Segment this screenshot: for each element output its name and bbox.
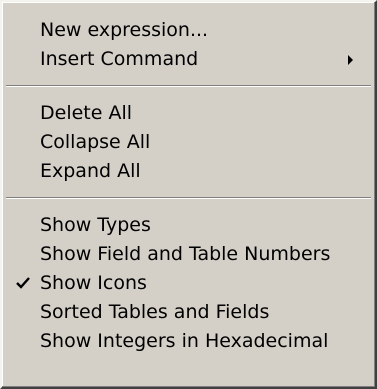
menu-item-label: Expand All — [40, 160, 141, 182]
menu-item-sorted-tables-and-fields[interactable]: Sorted Tables and Fields — [2, 298, 375, 327]
context-menu: New expression... Insert Command Delete … — [0, 0, 377, 389]
menu-item-label: Show Integers in Hexadecimal — [40, 330, 329, 352]
menu-item-collapse-all[interactable]: Collapse All — [2, 128, 375, 157]
menu-item-label: Show Types — [40, 214, 151, 236]
menu-item-show-field-and-table-numbers[interactable]: Show Field and Table Numbers — [2, 240, 375, 269]
menu-item-label: Insert Command — [40, 48, 199, 70]
menu-separator — [6, 197, 371, 199]
menu-item-new-expression[interactable]: New expression... — [2, 16, 375, 45]
menu-item-label: Show Field and Table Numbers — [40, 243, 331, 265]
menu-item-expand-all[interactable]: Expand All — [2, 157, 375, 186]
menu-item-label: New expression... — [40, 19, 209, 41]
submenu-arrow-icon — [348, 55, 353, 65]
menu-item-insert-command[interactable]: Insert Command — [2, 45, 375, 74]
menu-separator — [6, 85, 371, 87]
menu-item-show-icons[interactable]: Show Icons — [2, 269, 375, 298]
menu-item-show-types[interactable]: Show Types — [2, 211, 375, 240]
menu-item-delete-all[interactable]: Delete All — [2, 99, 375, 128]
menu-item-label: Delete All — [40, 102, 133, 124]
menu-item-label: Collapse All — [40, 131, 151, 153]
menu-item-label: Show Icons — [40, 272, 147, 294]
menu-item-show-integers-in-hexadecimal[interactable]: Show Integers in Hexadecimal — [2, 327, 375, 356]
checkmark-icon — [16, 269, 36, 298]
menu-item-label: Sorted Tables and Fields — [40, 301, 270, 323]
